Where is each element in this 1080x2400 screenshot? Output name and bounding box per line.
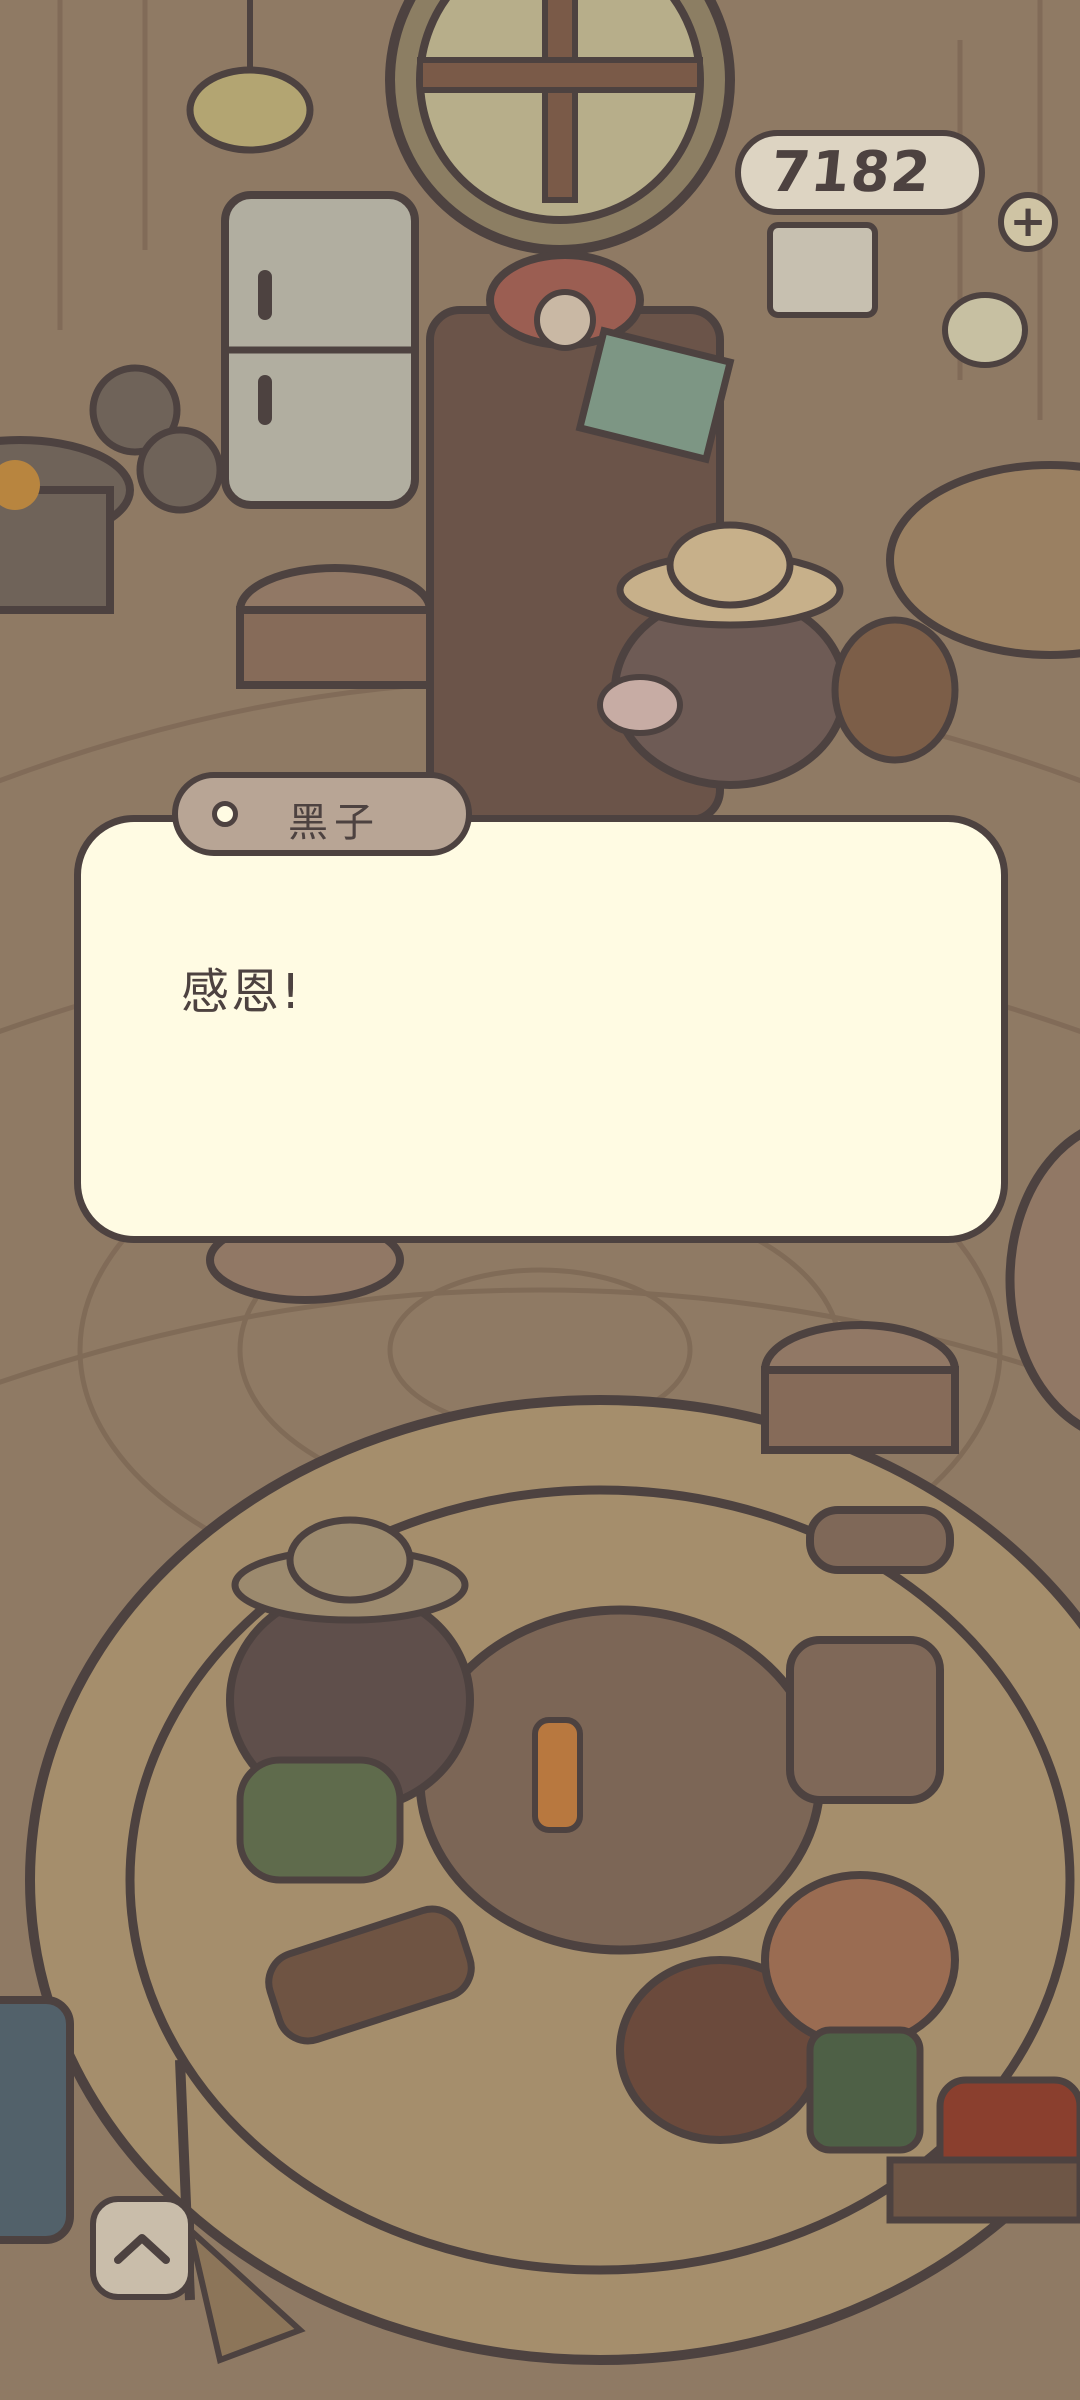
dialog-box[interactable]: 感恩! — [74, 815, 1008, 1243]
speaker-name-tag: 黑子 — [172, 772, 472, 856]
coin-amount: 7182 — [767, 140, 935, 205]
speaker-dot-icon — [212, 801, 238, 827]
plus-icon: + — [1009, 196, 1047, 247]
speaker-name: 黑子 — [288, 800, 380, 846]
add-coins-button[interactable]: + — [998, 192, 1058, 252]
dialog-text: 感恩! — [181, 964, 303, 1020]
coin-counter: 7182 — [735, 130, 985, 215]
expand-up-button[interactable] — [90, 2196, 194, 2300]
chevron-up-icon — [114, 2234, 170, 2264]
